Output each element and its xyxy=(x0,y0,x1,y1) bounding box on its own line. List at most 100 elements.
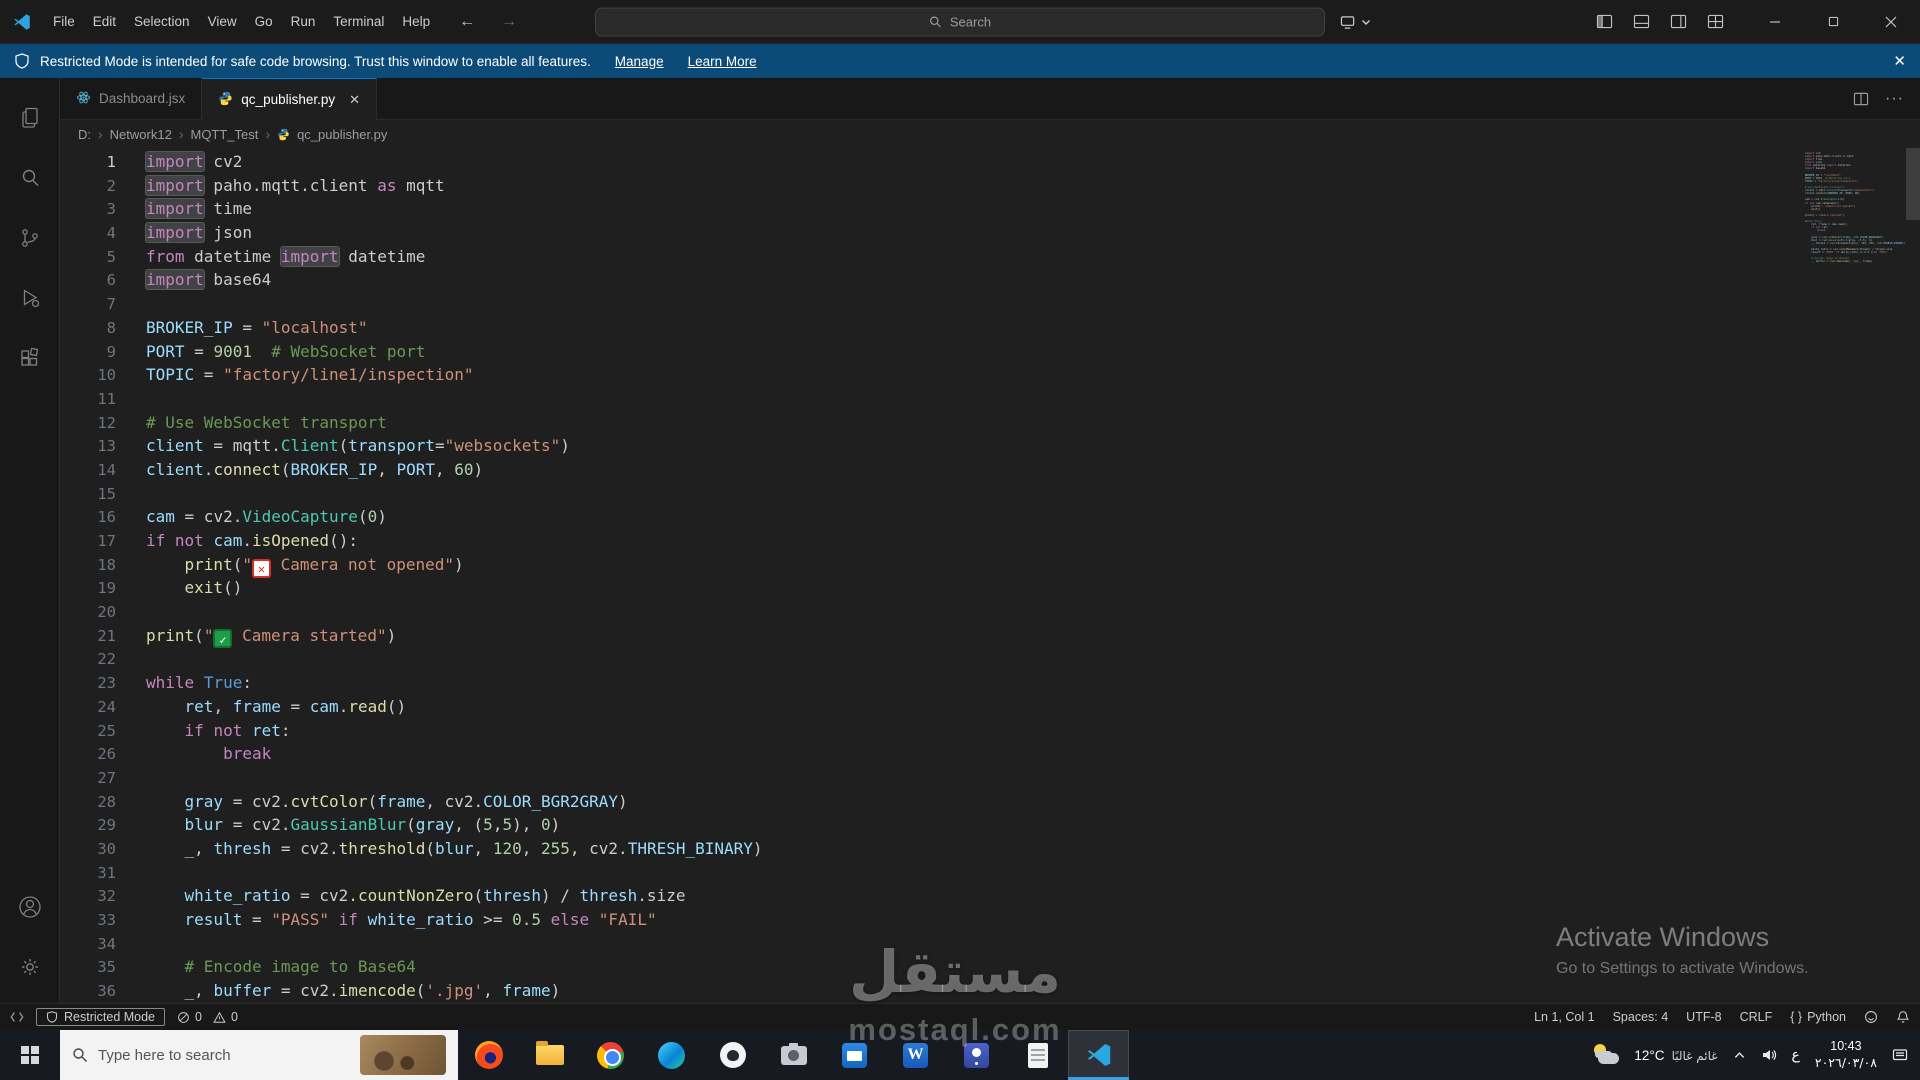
taskbar-app-mail[interactable] xyxy=(824,1030,885,1080)
weather-widget[interactable]: 12°C غائم غالبًا xyxy=(1634,1048,1717,1063)
feedback-smiley-icon[interactable] xyxy=(1864,1010,1878,1024)
tab-dashboard[interactable]: Dashboard.jsx xyxy=(60,78,203,119)
start-button[interactable] xyxy=(0,1030,60,1080)
close-window-button[interactable] xyxy=(1862,0,1920,44)
menu-go[interactable]: Go xyxy=(246,8,282,36)
search-sidebar-icon[interactable] xyxy=(0,148,60,208)
line-content: while True: xyxy=(146,673,252,693)
code-line: 21 print(" ✓ Camera started") xyxy=(60,624,1799,648)
github-icon xyxy=(719,1042,746,1068)
menu-help[interactable]: Help xyxy=(393,8,439,36)
editor-pane[interactable]: 1 import cv2 2 import paho.mqtt.client as m… xyxy=(60,148,1920,1003)
customize-layout-icon[interactable] xyxy=(1707,14,1724,29)
breadcrumb[interactable]: D: › Network12 › MQTT_Test › qc_publisher.py xyxy=(60,120,1920,148)
firefox-icon xyxy=(474,1041,503,1069)
status-cursor-position[interactable]: Ln 1, Col 1 xyxy=(1534,1010,1594,1024)
taskbar-app-notepad[interactable] xyxy=(1007,1030,1068,1080)
line-number: 32 xyxy=(97,887,116,906)
more-actions-icon[interactable]: ··· xyxy=(1885,90,1904,108)
action-center-icon[interactable] xyxy=(1892,1048,1908,1063)
line-content: result = "PASS" if white_ratio >= 0.5 el… xyxy=(184,910,657,929)
status-indentation[interactable]: Spaces: 4 xyxy=(1613,1010,1669,1024)
search-highlight-image[interactable] xyxy=(360,1035,446,1075)
remote-indicator[interactable] xyxy=(10,1010,24,1024)
breadcrumb-item[interactable]: Network12 xyxy=(110,127,172,142)
taskbar-app-word[interactable]: W xyxy=(885,1030,946,1080)
code-line: 7 xyxy=(60,292,1799,316)
chrome-icon xyxy=(597,1041,624,1069)
editor-scrollbar[interactable] xyxy=(1906,148,1920,1003)
problems-status[interactable]: 0 0 xyxy=(177,1010,238,1024)
code-line: 14 client.connect(BROKER_IP, PORT, 60) xyxy=(60,458,1799,482)
taskbar-app-firefox[interactable] xyxy=(458,1030,519,1080)
learn-more-link[interactable]: Learn More xyxy=(688,54,757,69)
minimap[interactable]: import cv2 import paho.mqtt.client as mqt… xyxy=(1799,148,1906,1003)
title-bar: File Edit Selection View Go Run Terminal Help ←… xyxy=(0,0,1920,44)
source-control-icon[interactable] xyxy=(0,208,60,268)
close-tab-icon[interactable]: ✕ xyxy=(349,92,360,108)
taskbar-app-edge[interactable] xyxy=(641,1030,702,1080)
line-number: 18 xyxy=(97,555,116,574)
taskbar-app-github[interactable] xyxy=(702,1030,763,1080)
split-editor-icon[interactable] xyxy=(1853,92,1869,106)
restricted-mode-status[interactable]: Restricted Mode xyxy=(36,1008,166,1026)
taskbar-app-file-explorer[interactable] xyxy=(519,1030,580,1080)
code-line: 23 while True: xyxy=(60,671,1799,695)
forward-button[interactable]: → xyxy=(501,13,517,31)
extensions-icon[interactable] xyxy=(0,328,60,388)
taskbar-app-camera[interactable] xyxy=(763,1030,824,1080)
teams-app-icon xyxy=(964,1042,989,1068)
volume-icon[interactable] xyxy=(1761,1048,1777,1062)
menu-file[interactable]: File xyxy=(44,8,84,36)
menu-selection[interactable]: Selection xyxy=(125,8,199,36)
toggle-secondary-sidebar-icon[interactable] xyxy=(1670,14,1687,29)
minimize-button[interactable] xyxy=(1746,0,1804,44)
code-area[interactable]: 1 import cv2 2 import paho.mqtt.client as m… xyxy=(60,148,1799,1003)
taskbar-app-teams[interactable] xyxy=(946,1030,1007,1080)
line-number: 36 xyxy=(97,982,116,1001)
status-language-mode[interactable]: { } Python xyxy=(1790,1010,1846,1024)
status-encoding[interactable]: UTF-8 xyxy=(1686,1010,1721,1024)
line-content: if not cam.isOpened(): xyxy=(146,531,358,550)
line-number: 1 xyxy=(106,153,116,171)
code-line: 22 xyxy=(60,647,1799,671)
language-indicator[interactable]: ع xyxy=(1792,1047,1800,1063)
menu-run[interactable]: Run xyxy=(282,8,325,36)
back-button[interactable]: ← xyxy=(459,13,475,31)
scrollbar-thumb[interactable] xyxy=(1906,148,1920,220)
taskbar-search-box[interactable]: Type here to search xyxy=(60,1030,458,1080)
account-icon[interactable] xyxy=(0,877,60,937)
tab-qc-publisher[interactable]: qc_publisher.py ✕ xyxy=(202,78,378,120)
shield-icon xyxy=(14,53,30,69)
status-eol[interactable]: CRLF xyxy=(1740,1010,1773,1024)
manage-link[interactable]: Manage xyxy=(615,54,664,69)
taskbar-app-chrome[interactable] xyxy=(580,1030,641,1080)
code-line: 28 gray = cv2.cvtColor(frame, cv2.COLOR_… xyxy=(60,790,1799,814)
code-line: 3 import time xyxy=(60,197,1799,221)
run-debug-icon[interactable] xyxy=(0,268,60,328)
line-content: BROKER_IP = "localhost" xyxy=(146,317,368,337)
line-number: 13 xyxy=(97,437,116,456)
hidden-icons-chevron[interactable] xyxy=(1733,1050,1746,1060)
explorer-icon[interactable] xyxy=(0,88,60,148)
search-command-center[interactable]: Search xyxy=(595,7,1325,36)
notifications-bell-icon[interactable] xyxy=(1896,1010,1910,1024)
temperature: 12°C xyxy=(1634,1047,1665,1063)
toggle-panel-icon[interactable] xyxy=(1633,14,1650,29)
banner-close-icon[interactable]: ✕ xyxy=(1893,52,1906,70)
menu-terminal[interactable]: Terminal xyxy=(324,8,393,36)
menu-edit[interactable]: Edit xyxy=(84,8,125,36)
maximize-button[interactable] xyxy=(1804,0,1862,44)
command-center-extra-button[interactable] xyxy=(1340,8,1371,36)
word-icon: W xyxy=(903,1042,928,1068)
toggle-primary-sidebar-icon[interactable] xyxy=(1596,14,1613,29)
settings-gear-icon[interactable] xyxy=(0,937,60,997)
code-line: 18 print(" ✕ Camera not opened") xyxy=(60,553,1799,578)
menu-view[interactable]: View xyxy=(199,8,246,36)
breadcrumb-item[interactable]: D: xyxy=(78,127,91,142)
breadcrumb-item[interactable]: MQTT_Test xyxy=(190,127,258,142)
taskbar-app-vscode[interactable] xyxy=(1068,1030,1129,1080)
breadcrumb-item[interactable]: qc_publisher.py xyxy=(297,127,387,142)
clock-widget[interactable]: 10:43 ٢٠٢٦/٠٣/٠٨ xyxy=(1815,1039,1877,1070)
line-content: # Use WebSocket transport xyxy=(146,412,387,432)
